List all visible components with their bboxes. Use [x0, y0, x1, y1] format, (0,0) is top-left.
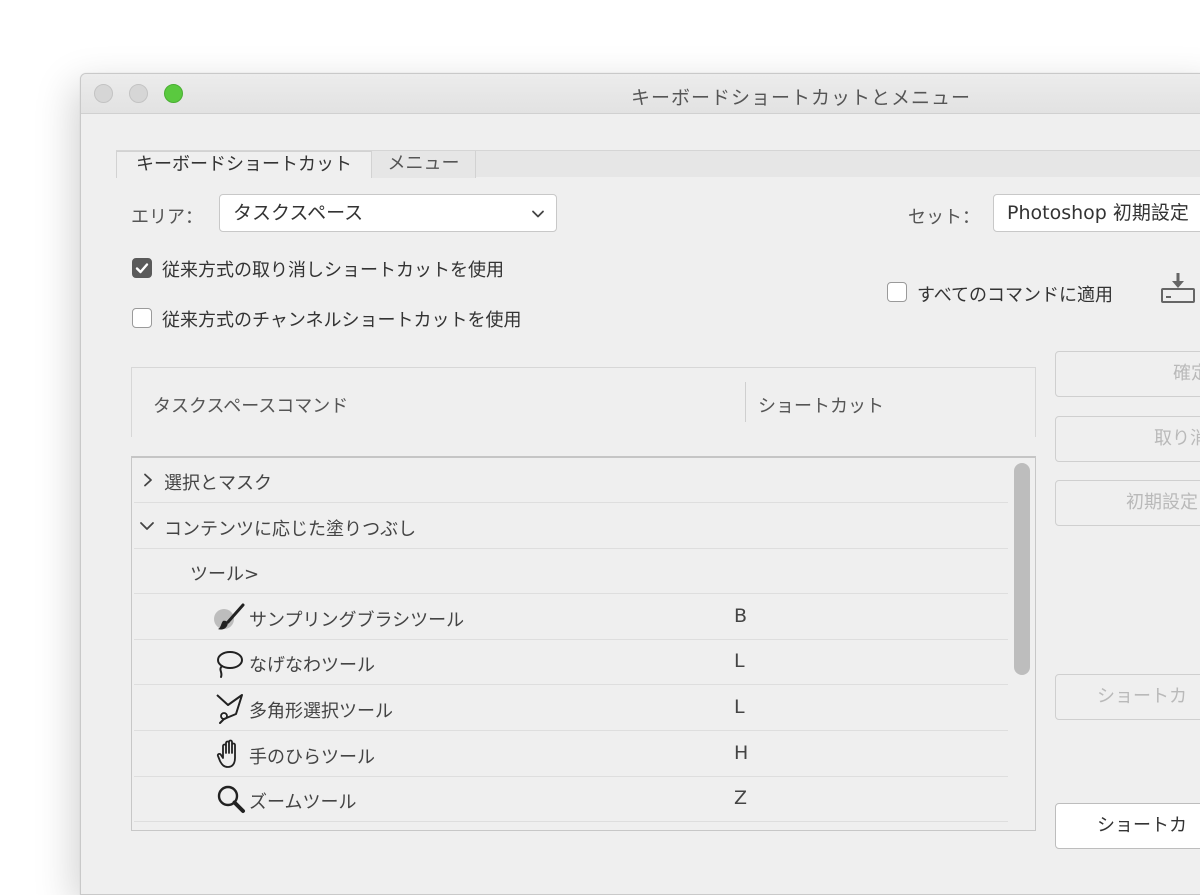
row-label: コンテンツに応じた塗りつぶし — [164, 519, 417, 540]
legacy-channel-checkbox[interactable] — [132, 308, 152, 328]
table-row[interactable]: ツール> — [134, 549, 1008, 594]
apply-all-checkbox[interactable] — [887, 282, 907, 302]
set-label: セット： — [908, 207, 980, 228]
sampling-brush-icon — [214, 603, 245, 630]
set-select[interactable]: Photoshop 初期設定 — [993, 194, 1200, 232]
table-row[interactable]: 選択とマスク — [134, 458, 1008, 503]
title-bar: キーボードショートカットとメニュー — [81, 74, 1200, 114]
table-header: タスクスペースコマンド ショートカット — [131, 367, 1036, 437]
accept-button-label: 確定 — [1173, 363, 1200, 384]
chevron-down-icon — [532, 210, 544, 218]
summarize-button[interactable]: ショートカ — [1055, 803, 1200, 849]
area-select-value: タスクスペース — [233, 202, 364, 224]
scrollbar-thumb[interactable] — [1014, 463, 1030, 675]
zoom-icon — [217, 785, 245, 813]
summarize-button-label: ショートカ — [1097, 815, 1187, 836]
column-header-shortcut: ショートカット — [758, 396, 884, 417]
row-shortcut: L — [734, 650, 745, 672]
row-label: ツール> — [190, 564, 260, 585]
lasso-icon — [217, 651, 243, 678]
checkmark-icon — [135, 263, 149, 274]
area-label: エリア： — [131, 207, 203, 228]
undo-button-label: 取り消 — [1154, 428, 1200, 449]
legacy-undo-checkbox[interactable] — [132, 258, 152, 278]
table-row[interactable]: サンプリングブラシツール B — [134, 595, 1008, 640]
chevron-right-icon[interactable] — [142, 473, 154, 487]
save-set-icon[interactable] — [1159, 272, 1197, 306]
area-select[interactable]: タスクスペース — [219, 194, 557, 232]
tab-keyboard-shortcuts[interactable]: キーボードショートカット — [116, 151, 372, 178]
undo-button[interactable]: 取り消 — [1055, 416, 1200, 462]
table-row[interactable]: 手のひらツール H — [134, 732, 1008, 777]
row-shortcut: L — [734, 696, 745, 718]
accept-button[interactable]: 確定 — [1055, 351, 1200, 397]
row-label: ズームツール — [249, 792, 357, 813]
row-shortcut: H — [734, 742, 749, 764]
add-shortcut-button[interactable]: ショートカ — [1055, 674, 1200, 720]
table-row[interactable]: なげなわツール L — [134, 640, 1008, 685]
tab-menus[interactable]: メニュー — [372, 151, 476, 178]
column-header-command: タスクスペースコマンド — [153, 396, 349, 417]
row-shortcut: B — [734, 605, 748, 627]
set-select-value: Photoshop 初期設定 — [1007, 202, 1189, 224]
use-default-button[interactable]: 初期設定 — [1055, 480, 1200, 526]
row-shortcut: Z — [734, 787, 748, 809]
window-title: キーボードショートカットとメニュー — [630, 87, 971, 109]
apply-all-label: すべてのコマンドに適用 — [917, 285, 1114, 306]
legacy-channel-label: 従来方式のチャンネルショートカットを使用 — [162, 310, 522, 331]
column-divider — [745, 382, 746, 422]
chevron-down-icon[interactable] — [139, 520, 155, 532]
row-label: 多角形選択ツール — [249, 701, 393, 722]
table-row[interactable]: コンテンツに応じた塗りつぶし — [134, 504, 1008, 549]
hand-icon — [216, 739, 236, 768]
use-default-button-label: 初期設定 — [1126, 492, 1198, 513]
row-label: サンプリングブラシツール — [249, 610, 465, 631]
command-list: 選択とマスク コンテンツに応じた塗りつぶし ツール> サンプリングブラシツール … — [131, 456, 1036, 831]
table-row[interactable]: ズームツール Z — [134, 777, 1008, 822]
row-label: なげなわツール — [249, 655, 375, 676]
add-shortcut-button-label: ショートカ — [1097, 686, 1187, 707]
polygonal-lasso-icon — [216, 694, 243, 724]
row-label: 選択とマスク — [164, 473, 272, 494]
table-row[interactable]: 多角形選択ツール L — [134, 686, 1008, 731]
row-label: 手のひらツール — [249, 747, 375, 768]
tab-bar: キーボードショートカット メニュー — [116, 150, 1200, 178]
dialog-window: キーボードショートカットとメニュー キーボードショートカット メニュー エリア：… — [80, 73, 1200, 895]
legacy-undo-label: 従来方式の取り消しショートカットを使用 — [162, 260, 504, 281]
list-scrollbar[interactable] — [1013, 460, 1031, 830]
